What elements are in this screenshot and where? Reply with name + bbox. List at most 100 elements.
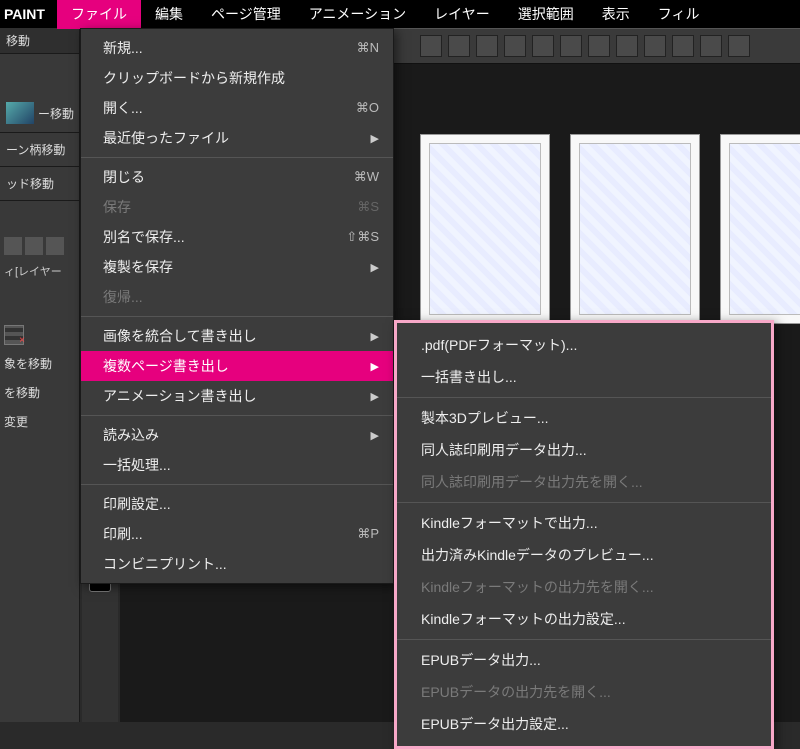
- submenu-item[interactable]: 出力済みKindleデータのプレビュー...: [397, 539, 771, 571]
- menu-item[interactable]: 開く...⌘O: [81, 93, 393, 123]
- submenu-item-label: .pdf(PDFフォーマット)...: [421, 335, 753, 355]
- panel-icon[interactable]: [25, 237, 43, 255]
- tool-option[interactable]: ー移動: [0, 94, 79, 133]
- menu-shortcut: ⌘O: [356, 100, 379, 116]
- submenu-arrow-icon: ▶: [371, 261, 379, 274]
- toolbar-icon[interactable]: [644, 35, 666, 57]
- panel-icon[interactable]: [4, 237, 22, 255]
- submenu-item-label: Kindleフォーマットで出力...: [421, 513, 753, 533]
- tool-option[interactable]: ッド移動: [0, 167, 79, 201]
- submenu-item-label: 製本3Dプレビュー...: [421, 408, 753, 428]
- property-row[interactable]: を移動: [0, 378, 79, 407]
- menu-edit[interactable]: 編集: [141, 0, 197, 29]
- tool-option-label: ーン柄移動: [6, 141, 65, 158]
- menu-item[interactable]: コンビニプリント...: [81, 549, 393, 579]
- submenu-item: 同人誌印刷用データ出力先を開く...: [397, 466, 771, 498]
- menu-item[interactable]: 印刷...⌘P: [81, 519, 393, 549]
- submenu-item-label: Kindleフォーマットの出力先を開く...: [421, 577, 753, 597]
- menu-item[interactable]: 読み込み▶: [81, 420, 393, 450]
- menu-item[interactable]: アニメーション書き出し▶: [81, 381, 393, 411]
- multipage-export-submenu: .pdf(PDFフォーマット)... 一括書き出し... 製本3Dプレビュー... 同…: [394, 320, 774, 749]
- submenu-item-label: 同人誌印刷用データ出力先を開く...: [421, 472, 753, 492]
- toolbar-icon[interactable]: [700, 35, 722, 57]
- menu-item-label: 保存: [103, 197, 345, 217]
- menu-item-label: 画像を統合して書き出し: [103, 326, 363, 346]
- menu-item-label: 複数ページ書き出し: [103, 356, 363, 376]
- menu-item[interactable]: 画像を統合して書き出し▶: [81, 321, 393, 351]
- panel-icon[interactable]: [46, 237, 64, 255]
- toolbar-icon[interactable]: [448, 35, 470, 57]
- submenu-arrow-icon: ▶: [371, 360, 379, 373]
- tool-option[interactable]: ーン柄移動: [0, 133, 79, 167]
- menu-view[interactable]: 表示: [588, 0, 644, 29]
- submenu-item-label: 出力済みKindleデータのプレビュー...: [421, 545, 753, 565]
- menu-shortcut: ⌘S: [357, 199, 379, 215]
- menu-item-label: 最近使ったファイル: [103, 128, 363, 148]
- menu-item-label: 閉じる: [103, 167, 342, 187]
- menu-item[interactable]: 印刷設定...: [81, 489, 393, 519]
- menu-item: 保存 ⌘S: [81, 192, 393, 222]
- toolbar-icon[interactable]: [504, 35, 526, 57]
- property-panel-title: ィ[レイヤー: [0, 261, 79, 281]
- toolbar-icon[interactable]: [476, 35, 498, 57]
- property-row[interactable]: 象を移動: [0, 349, 79, 378]
- menu-item-label: 印刷設定...: [103, 494, 379, 514]
- toolbar-icon[interactable]: [532, 35, 554, 57]
- file-dropdown-menu: 新規...⌘Nクリップボードから新規作成開く...⌘O最近使ったファイル▶閉じる…: [80, 28, 394, 584]
- toolbar-icon[interactable]: [728, 35, 750, 57]
- submenu-item: EPUBデータの出力先を開く...: [397, 676, 771, 708]
- submenu-arrow-icon: ▶: [371, 390, 379, 403]
- toolbar-icon[interactable]: [616, 35, 638, 57]
- manga-page[interactable]: [420, 134, 550, 324]
- menu-separator: [81, 415, 393, 416]
- menubar: PAINT ファイル 編集 ページ管理 アニメーション レイヤー 選択範囲 表示…: [0, 0, 800, 28]
- tool-panel: 移動 ー移動 ーン柄移動 ッド移動 ィ[レイヤー 象を移動 を移動 変更: [0, 28, 80, 722]
- menu-item-label: 復帰...: [103, 287, 379, 307]
- submenu-item-label: EPUBデータ出力設定...: [421, 714, 753, 734]
- submenu-item[interactable]: 同人誌印刷用データ出力...: [397, 434, 771, 466]
- submenu-arrow-icon: ▶: [371, 429, 379, 442]
- menu-item[interactable]: 複製を保存▶: [81, 252, 393, 282]
- manga-page[interactable]: [720, 134, 800, 324]
- menu-item-label: 別名で保存...: [103, 227, 334, 247]
- menu-separator: [397, 639, 771, 640]
- submenu-item[interactable]: EPUBデータ出力...: [397, 644, 771, 676]
- menu-page[interactable]: ページ管理: [197, 0, 295, 29]
- menu-separator: [397, 502, 771, 503]
- menu-filter[interactable]: フィル: [644, 0, 714, 29]
- toolbar-icon[interactable]: [560, 35, 582, 57]
- menu-separator: [81, 316, 393, 317]
- menu-item[interactable]: クリップボードから新規作成: [81, 63, 393, 93]
- menu-shortcut: ⇧⌘S: [346, 229, 379, 245]
- submenu-item[interactable]: EPUBデータ出力設定...: [397, 708, 771, 740]
- manga-page[interactable]: [570, 134, 700, 324]
- menu-selection[interactable]: 選択範囲: [504, 0, 588, 29]
- submenu-item[interactable]: 一括書き出し...: [397, 361, 771, 393]
- menu-item: 復帰...: [81, 282, 393, 312]
- submenu-item-label: EPUBデータ出力...: [421, 650, 753, 670]
- toolbar-icon[interactable]: [588, 35, 610, 57]
- menu-animation[interactable]: アニメーション: [295, 0, 420, 29]
- submenu-item-label: 同人誌印刷用データ出力...: [421, 440, 753, 460]
- tool-option-label: ー移動: [38, 105, 74, 122]
- menu-item[interactable]: 別名で保存... ⇧⌘S: [81, 222, 393, 252]
- menu-layer[interactable]: レイヤー: [420, 0, 504, 29]
- grid-icon[interactable]: [4, 325, 24, 345]
- menu-item[interactable]: 最近使ったファイル▶: [81, 123, 393, 153]
- tool-tab[interactable]: 移動: [0, 28, 79, 54]
- submenu-item[interactable]: .pdf(PDFフォーマット)...: [397, 329, 771, 361]
- menu-file[interactable]: ファイル: [57, 0, 141, 29]
- menu-separator: [81, 484, 393, 485]
- menu-shortcut: ⌘N: [357, 40, 379, 56]
- menu-item[interactable]: 新規...⌘N: [81, 33, 393, 63]
- menu-item[interactable]: 閉じる⌘W: [81, 162, 393, 192]
- menu-item[interactable]: 一括処理...: [81, 450, 393, 480]
- menu-item-label: コンビニプリント...: [103, 554, 379, 574]
- submenu-item[interactable]: Kindleフォーマットで出力...: [397, 507, 771, 539]
- toolbar-icon[interactable]: [420, 35, 442, 57]
- submenu-item[interactable]: 製本3Dプレビュー...: [397, 402, 771, 434]
- menu-item[interactable]: 複数ページ書き出し ▶: [81, 351, 393, 381]
- toolbar-icon[interactable]: [672, 35, 694, 57]
- submenu-item[interactable]: Kindleフォーマットの出力設定...: [397, 603, 771, 635]
- property-row[interactable]: 変更: [0, 407, 79, 436]
